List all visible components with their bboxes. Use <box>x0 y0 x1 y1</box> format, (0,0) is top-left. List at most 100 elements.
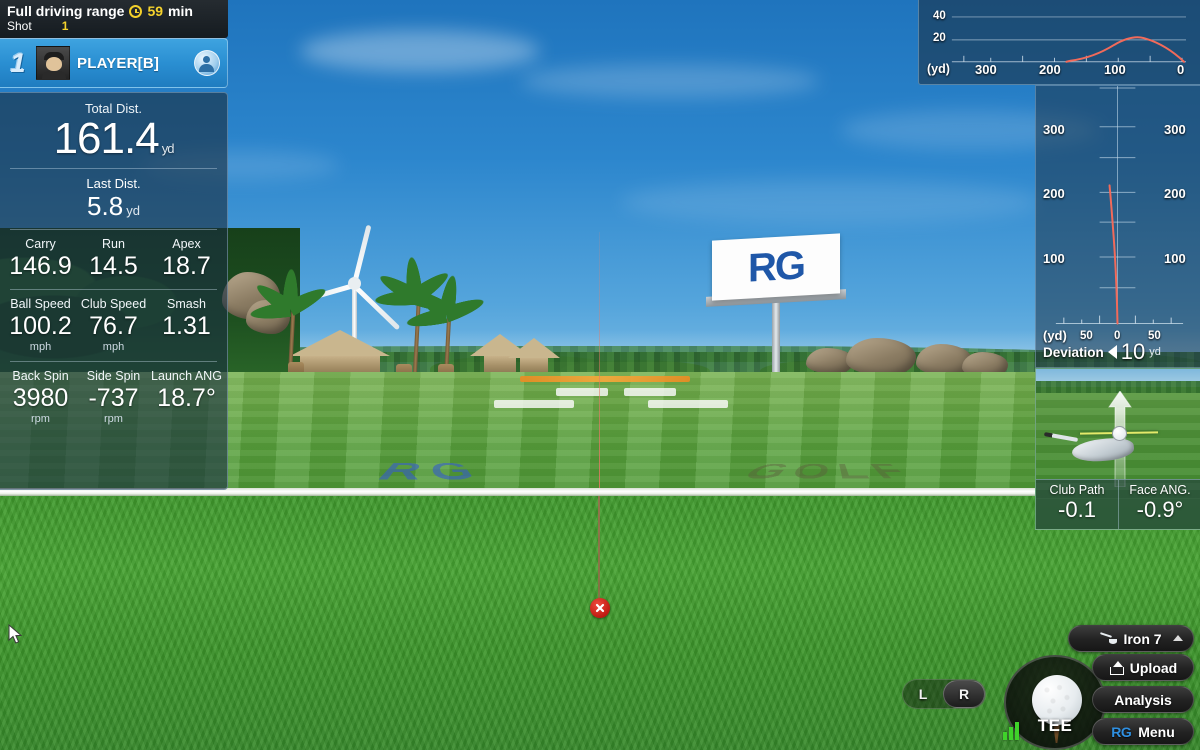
player-bar[interactable]: 1 PLAYER[B] <box>0 38 228 88</box>
aim-line-near <box>598 496 600 608</box>
stat-label: Launch ANG <box>151 369 222 384</box>
last-distance-block: Last Dist. 5.8 yd <box>0 169 227 229</box>
shot-count-row: Shot 1 <box>0 19 228 33</box>
last-distance-unit: yd <box>126 203 140 219</box>
stat-unit: rpm <box>31 413 50 426</box>
billboard-post <box>772 300 780 378</box>
top-chart-y-tick-right: 100 <box>1164 251 1186 266</box>
side-chart-x-tick: 200 <box>1039 62 1061 77</box>
player-name: PLAYER[B] <box>77 54 160 72</box>
stat-club-speed: Club Speed 76.7 mph <box>77 297 150 353</box>
handedness-left-option[interactable]: L <box>903 680 943 708</box>
player-profile-icon[interactable] <box>194 50 220 76</box>
side-chart-x-tick: 0 <box>1177 62 1185 77</box>
windmill-hub <box>348 277 361 290</box>
side-chart-y-tick: 40 <box>933 10 946 22</box>
stat-label: Smash <box>167 297 206 312</box>
upload-icon <box>1109 660 1124 675</box>
stat-label: Apex <box>172 237 201 252</box>
tee-button[interactable]: TEE <box>1004 655 1106 750</box>
avatar-body <box>42 71 66 79</box>
top-chart-y-tick-left: 300 <box>1043 122 1065 137</box>
deviation-label: Deviation <box>1043 344 1104 360</box>
top-chart-y-tick-right: 300 <box>1164 122 1186 137</box>
menu-button-label: Menu <box>1138 723 1175 740</box>
cloud <box>620 180 1040 224</box>
rock <box>846 338 916 376</box>
signal-bars-icon <box>1003 722 1019 740</box>
stat-back-spin: Back Spin 3980 rpm <box>4 369 77 425</box>
handedness-right-option[interactable]: R <box>943 680 985 708</box>
mouse-cursor-icon <box>8 623 24 651</box>
side-chart-x-tick: 100 <box>1104 62 1126 77</box>
stat-value: 3980 <box>12 384 69 413</box>
chevron-up-icon[interactable] <box>1173 635 1183 641</box>
mode-title-text: Full driving range <box>7 3 125 19</box>
shot-label: Shot <box>7 19 32 33</box>
side-chart-unit-label: (yd) <box>927 62 950 76</box>
stat-face-angle: Face ANG. -0.9° <box>1118 480 1200 529</box>
aim-line-far <box>599 232 600 492</box>
stats-row-carry: Carry 146.9 Run 14.5 Apex 18.7 <box>0 230 227 289</box>
mode-title-bar: Full driving range 59 min Shot 1 <box>0 0 228 38</box>
yardage-plate <box>556 388 608 396</box>
cloud <box>520 64 820 98</box>
top-chart-y-tick-left: 100 <box>1043 251 1065 266</box>
stat-unit: rpm <box>104 413 123 426</box>
golf-ball-icon <box>1112 426 1127 441</box>
shot-stats-panel: Total Dist. 161.4 yd Last Dist. 5.8 yd Car… <box>0 92 228 490</box>
golf-simulator-screen: RG RG GOLF Full driving range 59 min Sho… <box>0 0 1200 750</box>
menu-button[interactable]: RG Menu <box>1092 718 1194 745</box>
stat-apex: Apex 18.7 <box>150 237 223 281</box>
time-remaining-unit: min <box>168 3 193 19</box>
upload-button-label: Upload <box>1129 659 1178 676</box>
total-distance-value: 161.4 <box>53 114 160 163</box>
stat-label: Carry <box>25 237 56 252</box>
avatar-face <box>46 57 62 71</box>
face-angle-value: -0.9° <box>1136 497 1184 522</box>
stat-value: 14.5 <box>89 252 138 281</box>
total-distance-unit: yd <box>161 141 175 156</box>
stat-value: 18.7 <box>162 252 211 281</box>
stat-run: Run 14.5 <box>77 237 150 281</box>
top-view-trajectory-chart: 300 200 100 300 200 100 (yd) 50 0 50 Dev… <box>1035 85 1200 368</box>
yardage-plate <box>494 400 574 408</box>
stat-value: 146.9 <box>9 252 72 281</box>
stat-club-path: Club Path -0.1 <box>1036 480 1118 529</box>
club-selector-button[interactable]: Iron 7 <box>1068 625 1194 652</box>
handedness-toggle[interactable]: L R <box>902 679 986 709</box>
tee-button-label: TEE <box>1037 716 1073 735</box>
impact-marker[interactable] <box>590 598 610 618</box>
stat-label: Back Spin <box>12 369 69 384</box>
profile-body-shape <box>199 64 214 72</box>
stat-label: Run <box>102 237 125 252</box>
total-distance-block: Total Dist. 161.4 yd <box>0 93 227 168</box>
target-green-marker <box>520 376 690 382</box>
yardage-plate <box>648 400 728 408</box>
cloud <box>300 30 540 72</box>
stat-value: -737 <box>88 384 139 413</box>
club-path-value: -0.1 <box>1058 497 1096 522</box>
upload-button[interactable]: Upload <box>1092 654 1194 681</box>
stat-value: 1.31 <box>162 312 211 341</box>
last-distance-value-row: 5.8 yd <box>0 191 227 222</box>
side-chart-x-tick: 300 <box>975 62 997 77</box>
stat-value: 76.7 <box>89 312 138 341</box>
stat-value: 18.7° <box>157 384 216 413</box>
last-distance-value: 5.8 <box>87 191 124 222</box>
stat-side-spin: Side Spin -737 rpm <box>77 369 150 425</box>
stat-launch-angle: Launch ANG 18.7° <box>150 369 223 425</box>
analysis-button[interactable]: Analysis <box>1092 686 1194 713</box>
last-distance-label: Last Dist. <box>86 176 141 192</box>
stat-carry: Carry 146.9 <box>4 237 77 281</box>
analysis-button-label: Analysis <box>1114 691 1172 708</box>
hut-roof <box>508 338 560 358</box>
side-chart-y-tick: 20 <box>933 32 946 44</box>
deviation-unit: yd <box>1149 346 1161 358</box>
profile-head-shape <box>203 56 210 63</box>
deviation-readout: Deviation 10 yd <box>1036 339 1200 365</box>
stat-unit: mph <box>102 341 125 354</box>
stat-smash: Smash 1.31 <box>150 297 223 353</box>
clock-icon <box>129 4 143 18</box>
billboard: RG <box>712 233 840 301</box>
